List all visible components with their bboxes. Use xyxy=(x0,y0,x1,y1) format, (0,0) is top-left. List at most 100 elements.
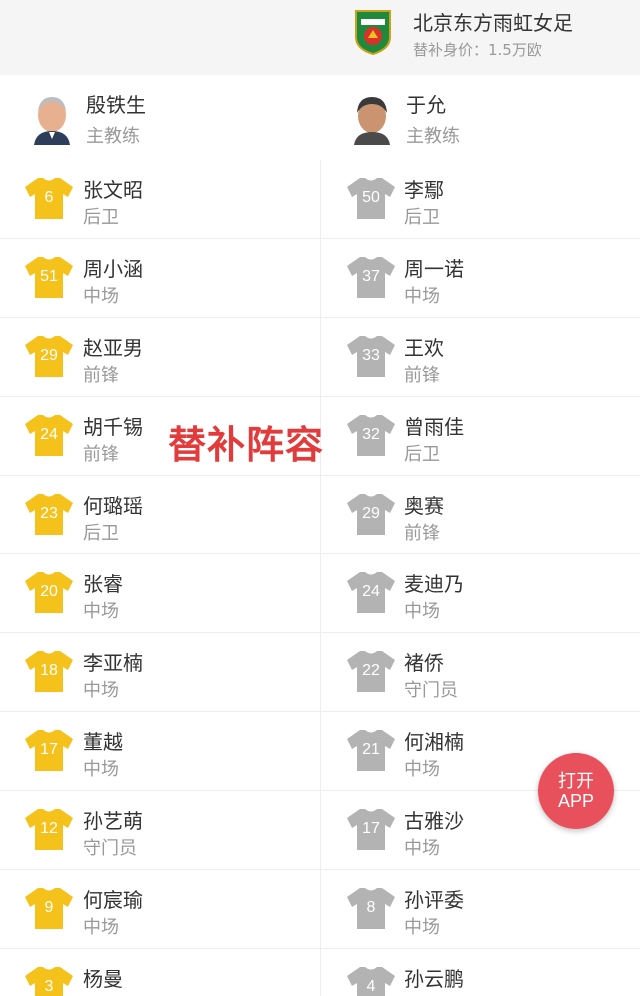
player-position: 中场 xyxy=(404,601,440,623)
jersey-icon: 17 xyxy=(24,728,74,772)
player-name: 李亚楠 xyxy=(83,651,143,676)
jersey-number: 24 xyxy=(40,425,58,443)
home-player[interactable]: 29 赵亚男 前锋 xyxy=(0,318,320,396)
player-name: 曾雨佳 xyxy=(404,414,464,439)
jersey-icon: 9 xyxy=(24,886,74,930)
player-name: 周小涵 xyxy=(83,256,143,281)
home-player[interactable]: 20 张睿 中场 xyxy=(0,554,320,632)
jersey-icon: 3 xyxy=(24,965,74,996)
player-position: 中场 xyxy=(83,285,119,307)
home-player[interactable]: 23 何璐瑶后卫 xyxy=(0,476,320,554)
jersey-icon: 12 xyxy=(24,807,74,851)
player-position: 守门员 xyxy=(404,680,458,702)
jersey-icon: 22 xyxy=(346,649,396,693)
player-position: 中场 xyxy=(83,680,119,702)
jersey-icon: 24 xyxy=(24,413,74,457)
player-position: 中场 xyxy=(404,917,440,939)
jersey-number: 22 xyxy=(362,662,380,680)
jersey-number: 4 xyxy=(366,977,376,995)
jersey-icon: 29 xyxy=(24,334,74,378)
jersey-icon: 37 xyxy=(346,255,396,299)
jersey-icon: 21 xyxy=(346,728,396,772)
jersey-icon: 20 xyxy=(24,570,74,614)
jersey-number: 21 xyxy=(362,741,380,759)
table-row: 6 张文昭 后卫 50 李鄢后卫 xyxy=(0,160,640,239)
player-position: 前锋 xyxy=(83,443,119,465)
player-position: 中场 xyxy=(404,838,440,860)
jersey-number: 6 xyxy=(44,189,54,206)
table-row: 29 赵亚男 前锋 33 王欢 前锋 xyxy=(0,317,640,397)
coach-role: 主教练 xyxy=(406,126,460,147)
away-player[interactable]: 22 褚侨守门员 xyxy=(320,633,640,712)
jersey-number: 24 xyxy=(362,583,380,601)
away-player[interactable]: 29 奥赛 前锋 xyxy=(320,475,640,554)
player-name: 孙云鹏 xyxy=(404,966,464,991)
player-name: 奥赛 xyxy=(404,493,444,518)
team-header: 北京东方雨虹女足 替补身价：1.5万欧 xyxy=(0,0,640,75)
jersey-number: 12 xyxy=(40,820,58,838)
coach-role: 主教练 xyxy=(86,126,140,147)
player-name: 胡千锡 xyxy=(83,414,143,439)
jersey-number: 29 xyxy=(40,346,58,364)
home-player[interactable]: 6 张文昭 后卫 xyxy=(0,160,320,238)
home-player[interactable]: 51 周小涵中场 xyxy=(0,239,320,317)
player-position: 后卫 xyxy=(404,443,440,465)
away-player[interactable]: 32 曾雨佳后卫 xyxy=(320,396,640,475)
player-name: 李鄢 xyxy=(404,178,444,202)
home-player[interactable]: 3 杨曼后卫 xyxy=(0,949,320,996)
jersey-number: 32 xyxy=(362,425,380,443)
home-player[interactable]: 9 何宸瑜 中场 xyxy=(0,870,320,948)
jersey-icon: 50 xyxy=(346,176,396,220)
jersey-icon: 51 xyxy=(24,255,74,299)
avatar xyxy=(30,93,74,145)
away-player[interactable]: 24 麦迪乃 中场 xyxy=(320,554,640,633)
player-name: 褚侨 xyxy=(404,651,444,676)
jersey-number: 33 xyxy=(362,346,380,364)
player-name: 董越 xyxy=(83,730,123,755)
jersey-number: 29 xyxy=(362,504,380,522)
coach-row: 殷铁生 主教练 于允 主教练 xyxy=(0,75,640,160)
player-name: 何湘楠 xyxy=(404,730,464,755)
jersey-icon: 8 xyxy=(346,886,396,930)
away-player[interactable]: 8 孙评委 中场 xyxy=(320,870,640,949)
player-name: 古雅沙 xyxy=(404,809,464,834)
table-row: 23 何璐瑶 后卫 29 奥赛 前锋 xyxy=(0,475,640,555)
away-player[interactable]: 33 王欢 前锋 xyxy=(320,317,640,396)
substitutes-title: 替补阵容 xyxy=(168,423,325,467)
player-name: 周一诺 xyxy=(404,256,464,281)
player-name: 张睿 xyxy=(83,572,123,597)
jersey-icon: 23 xyxy=(24,492,74,536)
jersey-icon: 6 xyxy=(24,176,74,220)
header-left-blank xyxy=(0,0,320,75)
jersey-number: 50 xyxy=(362,189,380,206)
away-coach[interactable]: 于允 主教练 xyxy=(320,75,640,160)
jersey-number: 8 xyxy=(366,899,376,917)
open-app-label: 打开 xyxy=(558,771,594,792)
player-position: 后卫 xyxy=(404,207,440,228)
table-row: 9 何宸瑜 中场 8 孙评委 中场 xyxy=(0,870,640,949)
away-player[interactable]: 37 周一诺 中场 xyxy=(320,238,640,317)
team-name: 北京东方雨虹女足 xyxy=(413,11,573,35)
coach-name: 殷铁生 xyxy=(86,93,146,117)
jersey-number: 20 xyxy=(40,583,58,601)
jersey-icon: 17 xyxy=(346,807,396,851)
player-name: 杨曼 xyxy=(83,966,123,991)
home-player[interactable]: 18 李亚楠中场 xyxy=(0,633,320,711)
table-row: 18 李亚楠中场 22 褚侨守门员 xyxy=(0,633,640,713)
jersey-icon: 33 xyxy=(346,334,396,378)
jersey-number: 18 xyxy=(40,662,58,680)
substitutes-list: 6 张文昭 后卫 50 李鄢 后卫 51 周小涵 中场 37 周一诺 中场 29 赵亚男 前锋 33 王欢 前锋 2… xyxy=(0,160,640,996)
coach-name: 于允 xyxy=(406,93,446,117)
team-crest-icon[interactable] xyxy=(354,9,392,56)
home-player[interactable]: 12 孙艺萌 守门员 xyxy=(0,791,320,869)
home-player[interactable]: 17 董越中场 xyxy=(0,712,320,790)
team-value: 替补身价：1.5万欧 xyxy=(413,41,542,59)
home-coach[interactable]: 殷铁生 主教练 xyxy=(0,75,320,160)
player-position: 中场 xyxy=(83,759,119,781)
player-position: 后卫 xyxy=(83,522,119,544)
open-app-button[interactable]: 打开 APP xyxy=(538,753,614,829)
away-player[interactable]: 50 李鄢后卫 xyxy=(320,160,640,238)
away-player[interactable]: 4 孙云鹏中场 xyxy=(320,948,640,996)
player-name: 何璐瑶 xyxy=(83,493,143,518)
jersey-icon: 4 xyxy=(346,965,396,996)
